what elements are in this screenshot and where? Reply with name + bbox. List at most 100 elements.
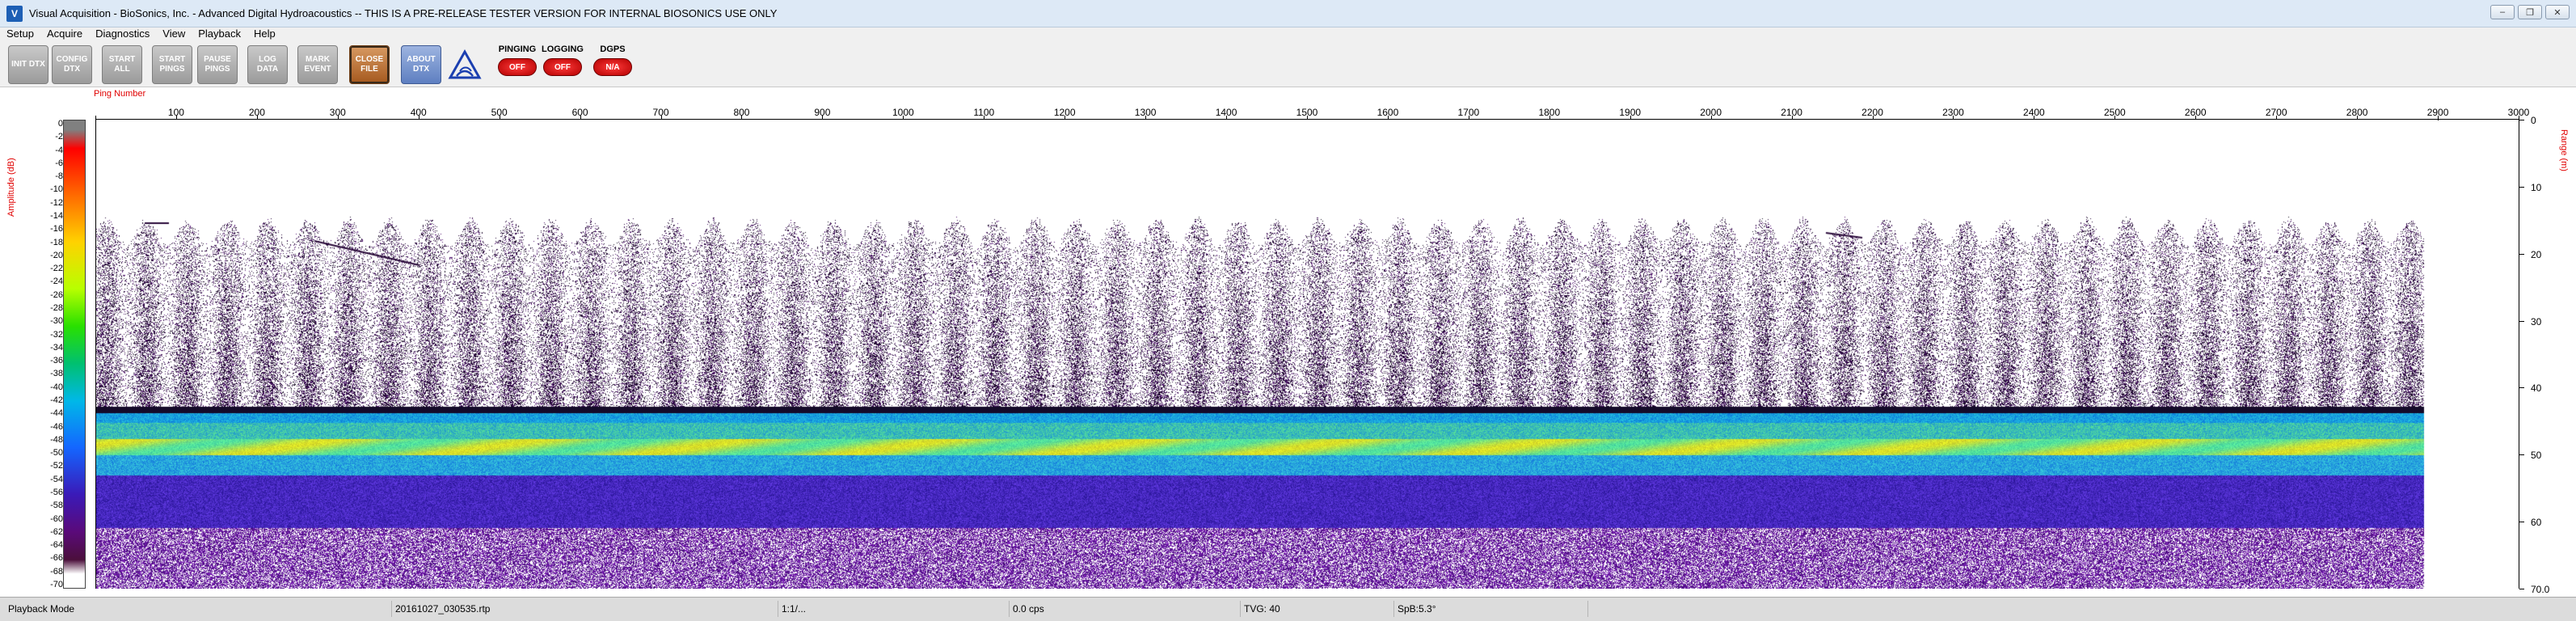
menu-setup[interactable]: Setup xyxy=(0,27,40,40)
close-file-button[interactable]: CLOSE FILE xyxy=(349,45,390,84)
maximize-button[interactable]: ❐ xyxy=(2518,5,2542,19)
colorbar-tick: -4 xyxy=(55,145,63,155)
colorbar-tick: -50 xyxy=(50,448,63,458)
init-dtx-button[interactable]: INIT DTX xyxy=(8,45,48,84)
menu-acquire[interactable]: Acquire xyxy=(40,27,89,40)
status-bar: Playback Mode 20161027_030535.rtp 1:1/..… xyxy=(0,597,2576,621)
ping-axis-tick: 1000 xyxy=(892,107,914,118)
menu-view[interactable]: View xyxy=(156,27,192,40)
range-axis-tick: 30 xyxy=(2531,315,2542,327)
log-data-button[interactable]: LOG DATA xyxy=(247,45,288,84)
colorbar-tick: -44 xyxy=(50,408,63,419)
ping-axis-tick: 600 xyxy=(571,107,588,118)
ping-axis-tick: 1500 xyxy=(1296,107,1318,118)
colorbar-tick: -48 xyxy=(50,434,63,445)
colorbar-tick: -20 xyxy=(50,250,63,260)
ping-axis-tick: 1900 xyxy=(1619,107,1642,118)
colorbar-tick: -6 xyxy=(55,158,63,168)
colorbar-tick: -46 xyxy=(50,421,63,432)
colorbar-tick: 0 xyxy=(57,119,63,129)
range-axis-tick-mark xyxy=(2519,186,2524,188)
ping-axis-tick: 2100 xyxy=(1781,107,1802,118)
colorbar-tick: -34 xyxy=(50,342,63,353)
status-mode: Playback Mode xyxy=(8,603,75,615)
ping-axis-tick: 1100 xyxy=(973,107,995,118)
ping-axis-tick: 3000 xyxy=(2507,107,2530,118)
ping-axis-tick: 300 xyxy=(329,107,346,118)
range-axis-tick: 50 xyxy=(2531,450,2542,462)
colorbar-tick: -62 xyxy=(50,526,63,537)
ping-axis-tick: 2600 xyxy=(2184,107,2207,118)
colorbar-tick: -64 xyxy=(50,540,63,551)
minimize-button[interactable]: – xyxy=(2490,5,2515,19)
colorbar-tick: -36 xyxy=(50,356,63,366)
ping-axis-tick: 400 xyxy=(410,107,427,118)
range-axis-tick: 60 xyxy=(2531,517,2542,529)
colorbar-tick: -8 xyxy=(55,171,63,182)
colorbar-tick: -38 xyxy=(50,369,63,379)
status-rate: 0.0 cps xyxy=(1009,601,1044,617)
start-all-button[interactable]: START ALL xyxy=(102,45,142,84)
about-dtx-button[interactable]: ABOUT DTX xyxy=(401,45,441,84)
biosonics-logo-icon[interactable] xyxy=(445,45,484,84)
dgps-status: DGPS N/A xyxy=(590,44,635,84)
status-spare xyxy=(1587,601,2576,617)
config-dtx-button[interactable]: CONFIG DTX xyxy=(52,45,92,84)
ping-axis-tick: 2000 xyxy=(1700,107,1722,118)
range-axis-tick-mark xyxy=(2519,387,2524,389)
mark-event-button[interactable]: MARK EVENT xyxy=(297,45,338,84)
dgps-label: DGPS xyxy=(600,44,626,54)
colorbar-tick: -14 xyxy=(50,211,63,221)
colorbar-tick: -68 xyxy=(50,566,63,577)
ping-axis-tick: 2900 xyxy=(2426,107,2449,118)
menu-diagnostics[interactable]: Diagnostics xyxy=(89,27,156,40)
status-file: 20161027_030535.rtp xyxy=(391,601,490,617)
ping-axis-tick: 2500 xyxy=(2103,107,2126,118)
window-controls: – ❐ ✕ xyxy=(2490,5,2570,19)
echogram-panel: Ping Number Amplitude (dB) Range (m) 0 -2… xyxy=(0,87,2576,597)
ping-axis-tick: 2300 xyxy=(1942,107,1964,118)
echogram-canvas[interactable] xyxy=(96,120,2427,589)
menu-help[interactable]: Help xyxy=(247,27,282,40)
colorbar-tick-labels: 0 -2 -4 -6 -8 -10 -12 -14 -16 -18 -20 -22 -24 -26 -28 -… xyxy=(36,120,63,589)
colorbar-tick: -56 xyxy=(50,488,63,497)
ping-axis-tick: 1300 xyxy=(1134,107,1157,118)
range-axis-tick-mark xyxy=(2519,454,2524,456)
pinging-label: PINGING xyxy=(498,44,537,54)
colorbar-tick: -40 xyxy=(50,382,63,392)
amplitude-colorbar[interactable] xyxy=(63,120,86,589)
colorbar-tick: -66 xyxy=(50,553,63,564)
amplitude-axis-title: Amplitude (dB) xyxy=(6,158,16,217)
ping-axis-tick: 700 xyxy=(652,107,669,118)
ping-number-title: Ping Number xyxy=(94,89,146,99)
echogram-plot[interactable] xyxy=(95,120,2427,589)
range-axis-tick-mark xyxy=(2519,253,2524,255)
logging-status: LOGGING OFF xyxy=(540,44,585,84)
colorbar-tick: -54 xyxy=(50,474,63,484)
ping-axis-tick: 2200 xyxy=(1861,107,1883,118)
ping-axis-tick: 800 xyxy=(733,107,750,118)
colorbar-tick: -10 xyxy=(50,184,63,195)
ping-axis-tick: 1700 xyxy=(1457,107,1480,118)
colorbar-tick: -58 xyxy=(50,501,63,511)
colorbar-tick: -32 xyxy=(50,329,63,340)
pinging-status: PINGING OFF xyxy=(495,44,540,84)
menu-playback[interactable]: Playback xyxy=(192,27,247,40)
ping-axis-tick: 2400 xyxy=(2023,107,2045,118)
start-pings-button[interactable]: START PINGS xyxy=(152,45,192,84)
logging-label: LOGGING xyxy=(542,44,584,54)
ping-axis-tick: 100 xyxy=(167,107,184,118)
window-title: Visual Acquisition - BioSonics, Inc. - A… xyxy=(29,7,778,19)
ping-axis-tick: 1600 xyxy=(1377,107,1399,118)
colorbar-tick: -26 xyxy=(50,289,63,300)
colorbar-tick: -42 xyxy=(50,395,63,405)
status-ratio: 1:1/... xyxy=(778,601,806,617)
range-axis-tick: 20 xyxy=(2531,248,2542,260)
colorbar-tick: -52 xyxy=(50,461,63,471)
colorbar-tick: -22 xyxy=(50,264,63,274)
close-window-button[interactable]: ✕ xyxy=(2545,5,2570,19)
ping-number-axis: 100 200 300 400 500 600 700 800 900 1000 1100 1200 1… xyxy=(95,104,2529,120)
colorbar-tick: -70 xyxy=(50,580,63,589)
range-axis-tick: 40 xyxy=(2531,382,2542,395)
pause-pings-button[interactable]: PAUSE PINGS xyxy=(197,45,238,84)
